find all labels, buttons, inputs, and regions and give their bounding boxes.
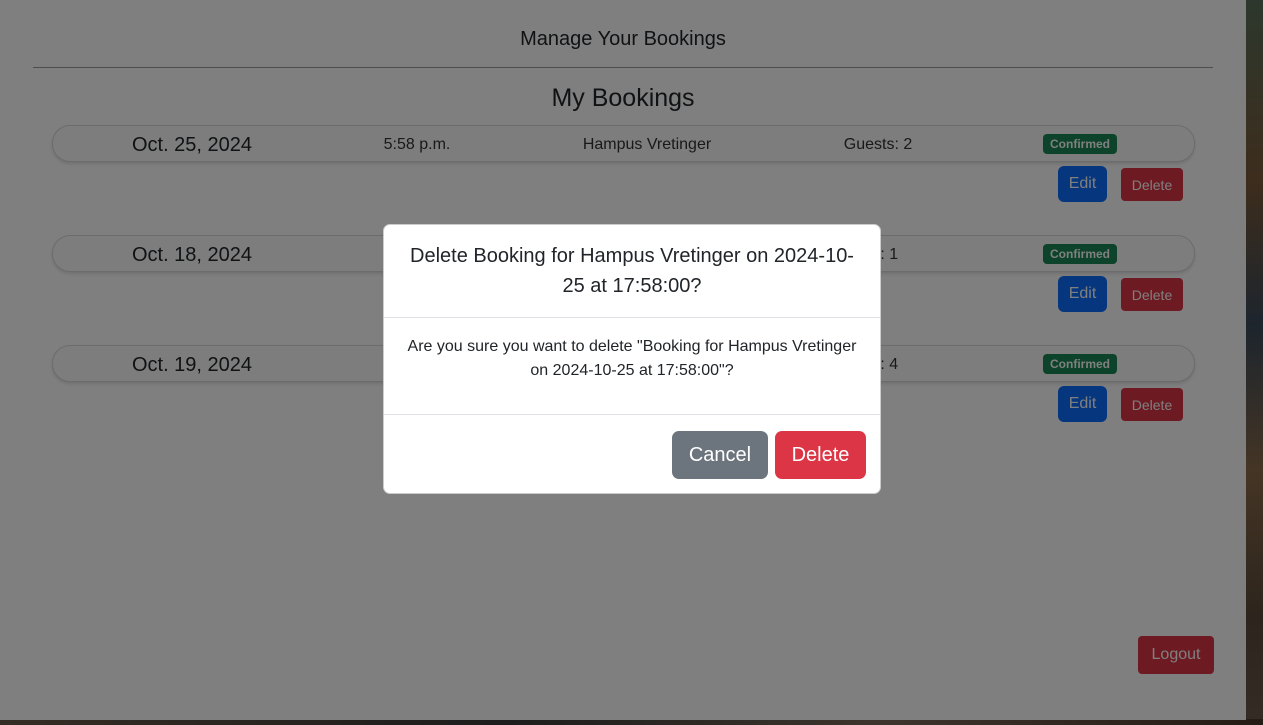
- delete-confirm-dialog: Delete Booking for Hampus Vretinger on 2…: [383, 224, 881, 494]
- cancel-button[interactable]: Cancel: [672, 431, 768, 479]
- modal-message: Are you sure you want to delete "Booking…: [407, 338, 857, 379]
- modal-body: Are you sure you want to delete "Booking…: [384, 318, 880, 415]
- modal-title: Delete Booking for Hampus Vretinger on 2…: [410, 245, 854, 297]
- confirm-delete-button[interactable]: Delete: [775, 431, 866, 479]
- modal-header: Delete Booking for Hampus Vretinger on 2…: [384, 225, 880, 318]
